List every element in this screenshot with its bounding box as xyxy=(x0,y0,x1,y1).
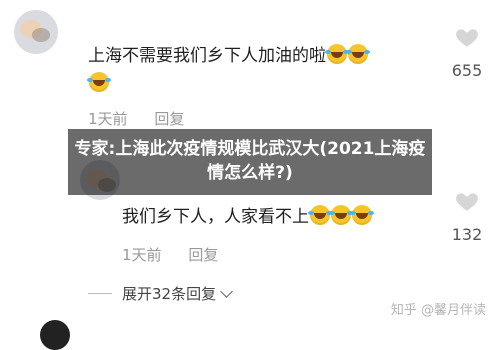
comment-meta: 1天前 回复 xyxy=(88,108,206,129)
like-count: 132 xyxy=(451,225,483,244)
chevron-down-icon xyxy=(220,285,233,298)
rolling-laughing-emoji-icon xyxy=(329,205,351,225)
rolling-laughing-emoji-icon xyxy=(346,44,368,64)
comment-body: 上海不需要我们乡下人加油的啦 xyxy=(88,46,326,66)
like-count: 655 xyxy=(451,61,483,80)
comment-time: 1天前 xyxy=(88,110,128,128)
heart-outline-icon xyxy=(456,193,478,211)
like-button[interactable]: 655 xyxy=(437,24,497,80)
comment-text: 上海不需要我们乡下人加油的啦 xyxy=(88,44,368,68)
reply-button[interactable]: 回复 xyxy=(188,246,218,264)
comment-body: 我们乡下人，人家看不上 xyxy=(122,207,309,227)
commenter-avatar[interactable] xyxy=(14,10,58,54)
rolling-laughing-emoji-icon xyxy=(308,205,330,225)
article-title-banner: 专家:上海此次疫情规模比武汉大(2021上海疫情怎么样?) xyxy=(68,129,432,195)
comment-text-wrap xyxy=(87,72,109,96)
rolling-laughing-emoji-icon xyxy=(325,44,347,64)
comment-text: 我们乡下人，人家看不上 xyxy=(122,205,372,229)
like-button[interactable]: 132 xyxy=(437,188,497,244)
comment-meta: 1天前 回复 xyxy=(122,244,240,265)
watermark: 知乎 @馨月伴读 xyxy=(390,303,486,318)
reply-button[interactable]: 回复 xyxy=(154,110,184,128)
next-commenter-avatar[interactable] xyxy=(40,320,70,350)
rolling-laughing-emoji-icon xyxy=(87,72,109,92)
expand-replies-label: 展开32条回复 xyxy=(122,285,217,303)
comment-time: 1天前 xyxy=(122,246,162,264)
expand-replies-button[interactable]: 展开32条回复 xyxy=(88,283,233,304)
heart-outline-icon xyxy=(456,29,478,47)
rolling-laughing-emoji-icon xyxy=(350,205,372,225)
article-title: 专家:上海此次疫情规模比武汉大(2021上海疫情怎么样?) xyxy=(74,139,426,183)
divider-line xyxy=(88,293,112,294)
